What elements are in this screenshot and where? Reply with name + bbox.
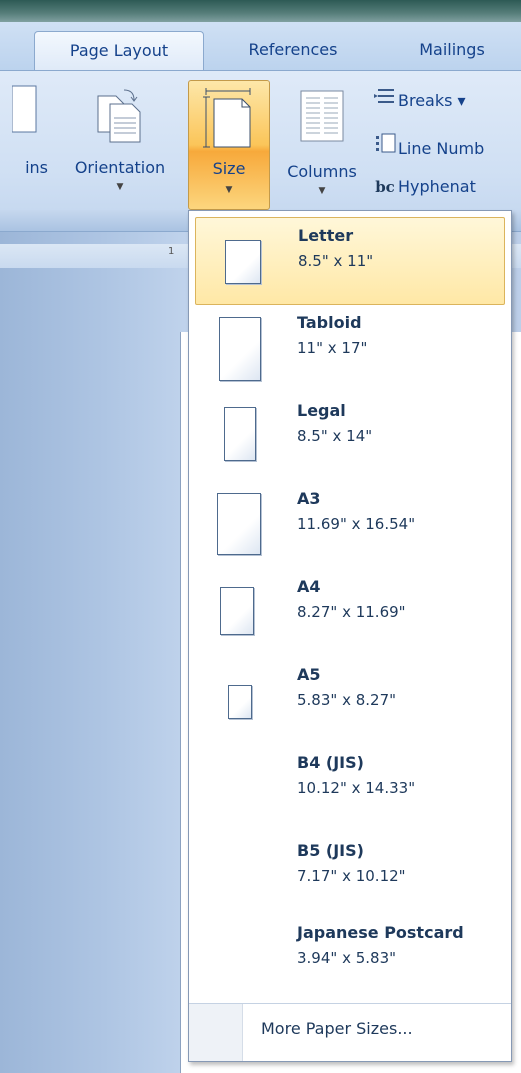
page-icon	[228, 685, 252, 719]
window-title-strip	[0, 0, 521, 22]
columns-dropdown-arrow: ▼	[318, 186, 326, 196]
breaks-label: Breaks ▾	[398, 91, 466, 110]
orientation-icon	[97, 89, 141, 143]
line-numbers-label: Line Numb	[398, 139, 485, 158]
paper-size-name: A3	[297, 489, 321, 508]
paper-size-japanese-postcard[interactable]: Japanese Postcard 3.94" x 5.83"	[195, 915, 505, 1003]
margins-button[interactable]: ins	[0, 82, 48, 192]
paper-size-dims: 8.5" x 11"	[298, 252, 374, 270]
page-icon	[220, 587, 254, 635]
margins-icon	[12, 85, 37, 133]
margins-label: ins	[25, 158, 48, 177]
orientation-dropdown-arrow: ▼	[116, 182, 124, 192]
paper-size-b4-jis[interactable]: B4 (JIS) 10.12" x 14.33"	[195, 745, 505, 833]
paper-size-dims: 3.94" x 5.83"	[297, 949, 397, 967]
breaks-button[interactable]: Breaks ▾	[372, 86, 466, 112]
paper-size-a5[interactable]: A5 5.83" x 8.27"	[195, 657, 505, 745]
orientation-label: Orientation	[74, 158, 166, 177]
paper-size-a4[interactable]: A4 8.27" x 11.69"	[195, 569, 505, 657]
page-icon	[224, 407, 256, 461]
paper-size-name: A4	[297, 577, 321, 596]
line-numbers-icon	[372, 132, 398, 162]
page-icon	[225, 240, 261, 284]
hyphenation-label: Hyphenat	[398, 177, 476, 196]
paper-size-name: A5	[297, 665, 321, 684]
page-icon	[217, 493, 261, 555]
paper-size-name: Tabloid	[297, 313, 362, 332]
orientation-button[interactable]: Orientation ▼	[60, 82, 180, 192]
size-label: Size	[212, 159, 246, 178]
size-icon	[203, 88, 251, 148]
paper-size-legal[interactable]: Legal 8.5" x 14"	[195, 393, 505, 481]
paper-size-dims: 7.17" x 10.12"	[297, 867, 406, 885]
paper-size-dims: 8.5" x 14"	[297, 427, 373, 445]
paper-size-tabloid[interactable]: Tabloid 11" x 17"	[195, 305, 505, 393]
menu-icon-column	[189, 1004, 243, 1061]
paper-size-dims: 10.12" x 14.33"	[297, 779, 416, 797]
paper-size-dims: 11" x 17"	[297, 339, 368, 357]
page-icon	[219, 317, 261, 381]
ribbon-tab-row: Page Layout References Mailings	[0, 22, 521, 70]
columns-label: Columns	[287, 162, 357, 181]
tab-mailings[interactable]: Mailings	[392, 31, 512, 70]
paper-size-dims: 11.69" x 16.54"	[297, 515, 416, 533]
paper-size-b5-jis[interactable]: B5 (JIS) 7.17" x 10.12"	[195, 833, 505, 921]
columns-button[interactable]: Columns ▼	[276, 82, 368, 196]
line-numbers-button[interactable]: Line Numb	[372, 132, 484, 158]
columns-icon	[300, 90, 344, 142]
size-dropdown-arrow: ▼	[225, 185, 233, 195]
paper-size-name: Letter	[298, 226, 354, 245]
more-paper-sizes-button[interactable]: More Paper Sizes...	[261, 1019, 413, 1038]
breaks-icon	[372, 86, 398, 114]
hyphenation-button[interactable]: bc Hyphenat	[372, 174, 476, 200]
paper-size-name: B4 (JIS)	[297, 753, 364, 772]
tab-page-layout[interactable]: Page Layout	[34, 31, 204, 70]
paper-size-name: B5 (JIS)	[297, 841, 364, 860]
tab-references[interactable]: References	[218, 31, 368, 70]
paper-size-dims: 5.83" x 8.27"	[297, 691, 397, 709]
paper-size-dims: 8.27" x 11.69"	[297, 603, 406, 621]
size-button[interactable]: Size ▼	[188, 80, 270, 210]
paper-size-letter[interactable]: Letter 8.5" x 11"	[195, 217, 505, 305]
size-dropdown-menu: Letter 8.5" x 11" Tabloid 11" x 17" Lega…	[188, 210, 512, 1062]
hyphenation-icon: bc	[375, 178, 395, 196]
paper-size-name: Japanese Postcard	[297, 923, 464, 942]
paper-size-name: Legal	[297, 401, 346, 420]
ruler-mark: 1	[168, 246, 175, 257]
paper-size-a3[interactable]: A3 11.69" x 16.54"	[195, 481, 505, 569]
